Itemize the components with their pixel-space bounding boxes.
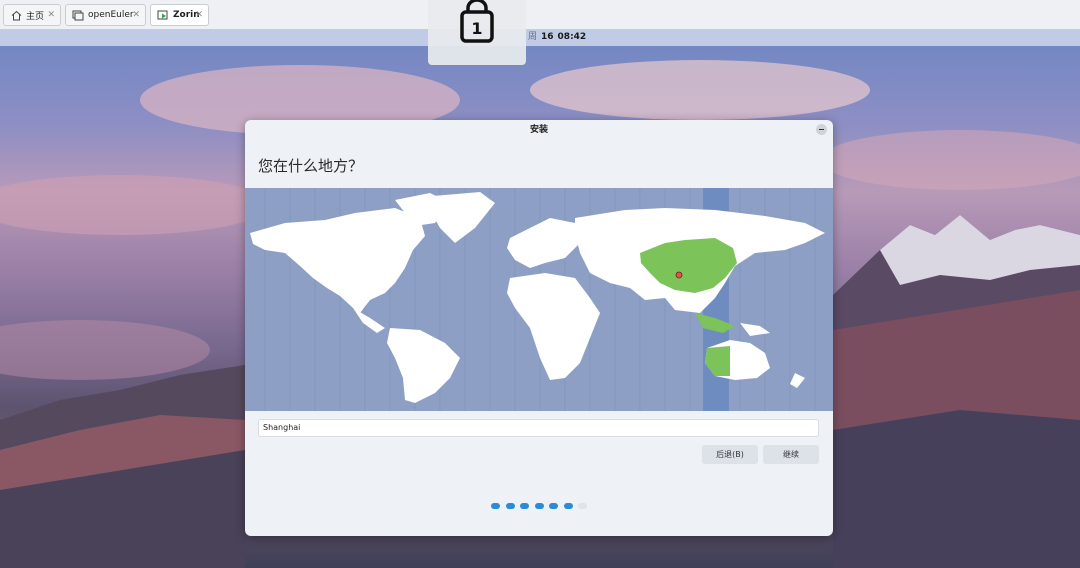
progress-dot bbox=[534, 503, 544, 509]
tab-zorin[interactable]: Zorin ✕ bbox=[150, 4, 209, 26]
home-icon bbox=[9, 8, 23, 22]
vm-icon bbox=[71, 8, 85, 22]
progress-dot bbox=[491, 503, 500, 509]
vm-running-icon bbox=[156, 8, 170, 22]
tab-openeuler-label: openEuler bbox=[88, 10, 134, 20]
location-marker bbox=[675, 271, 683, 279]
close-icon[interactable]: ✕ bbox=[132, 10, 140, 20]
clock-time: 08:42 bbox=[557, 32, 587, 42]
tab-home-label: 主页 bbox=[26, 11, 45, 22]
progress-dot bbox=[505, 503, 515, 509]
continue-button[interactable]: 继续 bbox=[763, 445, 819, 464]
tab-openeuler[interactable]: openEuler ✕ bbox=[65, 4, 146, 26]
lock-number: 1 bbox=[471, 19, 483, 38]
close-icon[interactable]: ✕ bbox=[195, 10, 203, 20]
window-title: 安装 bbox=[529, 125, 548, 135]
progress-dots bbox=[491, 503, 593, 511]
close-icon[interactable]: ✕ bbox=[47, 10, 55, 20]
clock-day: 周 bbox=[528, 32, 538, 42]
timezone-map[interactable] bbox=[245, 188, 833, 411]
page-heading: 您在什么地方？ bbox=[258, 157, 364, 175]
minimize-button[interactable] bbox=[816, 124, 827, 135]
progress-dot bbox=[578, 503, 587, 509]
progress-dot bbox=[549, 503, 558, 509]
minimize-icon bbox=[819, 128, 824, 131]
installer-window: 安装 您在什么地方？ Shanghai 后退(B) 继续 bbox=[245, 120, 833, 536]
progress-dot bbox=[563, 503, 573, 509]
panel-clock[interactable]: 周 16 08:42 bbox=[528, 29, 586, 42]
tab-home[interactable]: 主页 ✕ bbox=[3, 4, 61, 26]
lock-overlay: 1 bbox=[428, 0, 526, 65]
timezone-input[interactable]: Shanghai bbox=[258, 419, 819, 437]
clock-date: 16 bbox=[541, 32, 554, 42]
progress-dot bbox=[520, 503, 529, 509]
back-button[interactable]: 后退(B) bbox=[702, 445, 758, 464]
vm-tab-bar: 主页 ✕ openEuler ✕ Zorin ✕ bbox=[0, 0, 1080, 30]
